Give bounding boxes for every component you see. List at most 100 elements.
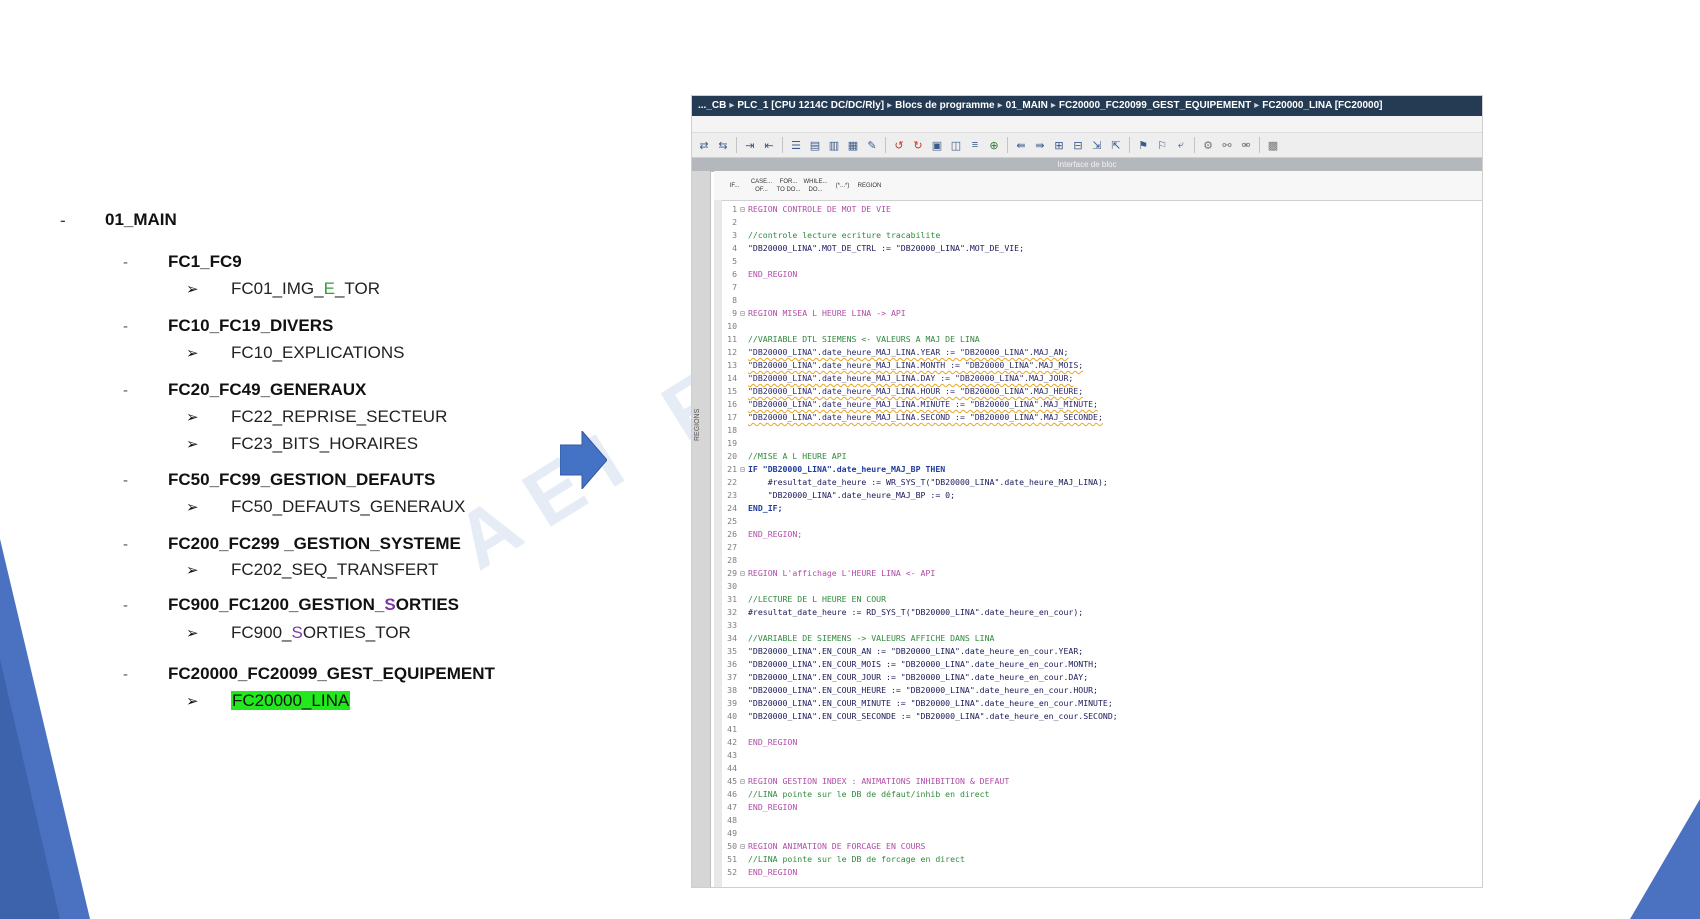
toolbar-icon[interactable]: ▤ <box>806 137 824 153</box>
code-line[interactable]: 38 "DB20000_LINA".EN_COUR_HEURE := "DB200… <box>722 684 1482 697</box>
toolbar-icon[interactable]: ≡ <box>966 137 984 153</box>
code-line[interactable]: 14 "DB20000_LINA".date_heure_MAJ_LINA.DAY… <box>722 372 1482 385</box>
code-line[interactable]: 23 "DB20000_LINA".date_heure_MAJ_BP := 0… <box>722 489 1482 502</box>
code-line[interactable]: 47 END_REGION <box>722 801 1482 814</box>
breadcrumb-item[interactable]: ..._CB <box>698 100 726 111</box>
toolbar-icon[interactable]: ⊞ <box>1050 137 1068 153</box>
toolbar-icon[interactable]: ⤶ <box>1172 137 1190 153</box>
snippet-button[interactable]: IF... <box>722 182 747 190</box>
code-line[interactable]: 29 ⊟ REGION L'affichage L'HEURE LINA <- AP… <box>722 567 1482 580</box>
code-line[interactable]: 51 //LINA pointe sur le DB de forcage en … <box>722 853 1482 866</box>
toolbar-icon[interactable]: ⚯ <box>1218 137 1236 153</box>
toolbar-icon[interactable]: ⇱ <box>1107 137 1125 153</box>
code-line[interactable]: 3 //controle lecture ecriture tracabilite <box>722 229 1482 242</box>
toolbar-icon[interactable]: ▦ <box>844 137 862 153</box>
breadcrumb-item[interactable]: Blocs de programme <box>895 100 994 111</box>
snippet-button[interactable]: WHILE... DO... <box>803 178 828 194</box>
code-line[interactable]: 10 <box>722 320 1482 333</box>
code-line[interactable]: 18 <box>722 424 1482 437</box>
code-line[interactable]: 31 //LECTURE DE L HEURE EN COUR <box>722 593 1482 606</box>
toolbar-icon[interactable]: ⇤ <box>760 137 778 153</box>
code-line[interactable]: 8 <box>722 294 1482 307</box>
code-line[interactable]: 45 ⊟ REGION GESTION INDEX : ANIMATIONS INH… <box>722 775 1482 788</box>
fold-toggle-icon[interactable]: ⊟ <box>740 775 748 788</box>
block-interface-bar[interactable]: Interface de bloc <box>692 158 1482 172</box>
toolbar-icon[interactable]: ⇥ <box>741 137 759 153</box>
code-line[interactable]: 41 <box>722 723 1482 736</box>
toolbar-icon[interactable]: ⊕ <box>985 137 1003 153</box>
fold-toggle-icon[interactable]: ⊟ <box>740 463 748 476</box>
toolbar-icon[interactable]: ⇚ <box>1012 137 1030 153</box>
snippet-button[interactable]: FOR... TO DO... <box>776 178 801 194</box>
regions-side-panel[interactable]: REGIONS <box>692 171 711 887</box>
code-line[interactable]: 26 END_REGION; <box>722 528 1482 541</box>
fold-toggle-icon[interactable]: ⊟ <box>740 567 748 580</box>
code-line[interactable]: 1 ⊟ REGION CONTROLE DE MOT DE VIE <box>722 203 1482 216</box>
code-line[interactable]: 2 <box>722 216 1482 229</box>
snippet-button[interactable]: REGION <box>857 182 882 190</box>
code-line[interactable]: 5 <box>722 255 1482 268</box>
toolbar-icon[interactable]: ▣ <box>928 137 946 153</box>
snippet-button[interactable]: (*...*) <box>830 182 855 190</box>
toolbar-icon[interactable]: ⇄ <box>695 137 713 153</box>
code-line[interactable]: 48 <box>722 814 1482 827</box>
code-line[interactable]: 4 "DB20000_LINA".MOT_DE_CTRL := "DB20000_… <box>722 242 1482 255</box>
code-line[interactable]: 52 END_REGION <box>722 866 1482 879</box>
code-line[interactable]: 19 <box>722 437 1482 450</box>
toolbar-icon[interactable]: ✎ <box>863 137 881 153</box>
code-line[interactable]: 40 "DB20000_LINA".EN_COUR_SECONDE := "DB2… <box>722 710 1482 723</box>
code-line[interactable]: 22 #resultat_date_heure := WR_SYS_T("DB2… <box>722 476 1482 489</box>
code-line[interactable]: 49 <box>722 827 1482 840</box>
code-line[interactable]: 7 <box>722 281 1482 294</box>
toolbar-icon[interactable]: ▩ <box>1264 137 1282 153</box>
toolbar-icon[interactable]: ⊟ <box>1069 137 1087 153</box>
breadcrumb-item[interactable]: FC20000_FC20099_GEST_EQUIPEMENT <box>1059 100 1251 111</box>
fold-toggle-icon[interactable]: ⊟ <box>740 307 748 320</box>
code-line[interactable]: 13 "DB20000_LINA".date_heure_MAJ_LINA.MON… <box>722 359 1482 372</box>
code-line[interactable]: 32 #resultat_date_heure := RD_SYS_T("DB20… <box>722 606 1482 619</box>
code-line[interactable]: 21 ⊟ IF "DB20000_LINA".date_heure_MAJ_BP T… <box>722 463 1482 476</box>
code-line[interactable]: 37 "DB20000_LINA".EN_COUR_JOUR := "DB2000… <box>722 671 1482 684</box>
code-line[interactable]: 46 //LINA pointe sur le DB de défaut/inhi… <box>722 788 1482 801</box>
code-line[interactable]: 28 <box>722 554 1482 567</box>
code-line[interactable]: 16 "DB20000_LINA".date_heure_MAJ_LINA.MIN… <box>722 398 1482 411</box>
code-line[interactable]: 25 <box>722 515 1482 528</box>
fold-toggle-icon[interactable]: ⊟ <box>740 203 748 216</box>
toolbar-icon[interactable]: ⚮ <box>1237 137 1255 153</box>
toolbar-icon[interactable]: ⚑ <box>1134 137 1152 153</box>
code-editor[interactable]: 1 ⊟ REGION CONTROLE DE MOT DE VIE 2 3//contr… <box>722 203 1482 887</box>
code-line[interactable]: 12 "DB20000_LINA".date_heure_MAJ_LINA.YEA… <box>722 346 1482 359</box>
code-line[interactable]: 39 "DB20000_LINA".EN_COUR_MINUTE := "DB20… <box>722 697 1482 710</box>
toolbar-icon[interactable]: ↻ <box>909 137 927 153</box>
code-line[interactable]: 30 <box>722 580 1482 593</box>
code-line[interactable]: 9 ⊟ REGION MISEA L HEURE LINA -> API <box>722 307 1482 320</box>
code-line[interactable]: 35 "DB20000_LINA".EN_COUR_AN := "DB20000_… <box>722 645 1482 658</box>
toolbar-icon[interactable]: ⇛ <box>1031 137 1049 153</box>
code-line[interactable]: 11 //VARIABLE DTL SIEMENS <- VALEURS A MA… <box>722 333 1482 346</box>
toolbar-icon[interactable]: ⇲ <box>1088 137 1106 153</box>
toolbar-icon[interactable]: ◫ <box>947 137 965 153</box>
toolbar-icon[interactable]: ☰ <box>787 137 805 153</box>
code-line[interactable]: 44 <box>722 762 1482 775</box>
fold-toggle-icon[interactable]: ⊟ <box>740 840 748 853</box>
code-line[interactable]: 20 //MISE A L HEURE API <box>722 450 1482 463</box>
code-line[interactable]: 6 END_REGION <box>722 268 1482 281</box>
toolbar-icon[interactable]: ⚐ <box>1153 137 1171 153</box>
breadcrumb-item[interactable]: PLC_1 [CPU 1214C DC/DC/Rly] <box>737 100 884 111</box>
toolbar-icon[interactable]: ▥ <box>825 137 843 153</box>
code-line[interactable]: 15 "DB20000_LINA".date_heure_MAJ_LINA.HOU… <box>722 385 1482 398</box>
toolbar-icon[interactable]: ⇆ <box>714 137 732 153</box>
breadcrumb-item[interactable]: 01_MAIN <box>1006 100 1048 111</box>
code-line[interactable]: 24 END_IF; <box>722 502 1482 515</box>
code-line[interactable]: 27 <box>722 541 1482 554</box>
code-line[interactable]: 34 //VARIABLE DE SIEMENS -> VALEURS AFFIC… <box>722 632 1482 645</box>
code-line[interactable]: 43 <box>722 749 1482 762</box>
breadcrumb-item[interactable]: FC20000_LINA [FC20000] <box>1262 100 1382 111</box>
toolbar-icon[interactable]: ↺ <box>890 137 908 153</box>
code-line[interactable]: 33 <box>722 619 1482 632</box>
snippet-button[interactable]: CASE... OF... <box>749 178 774 194</box>
code-line[interactable]: 50 ⊟ REGION ANIMATION DE FORCAGE EN COURS <box>722 840 1482 853</box>
code-line[interactable]: 42 END_REGION <box>722 736 1482 749</box>
toolbar-icon[interactable]: ⚙ <box>1199 137 1217 153</box>
code-line[interactable]: 36 "DB20000_LINA".EN_COUR_MOIS := "DB2000… <box>722 658 1482 671</box>
